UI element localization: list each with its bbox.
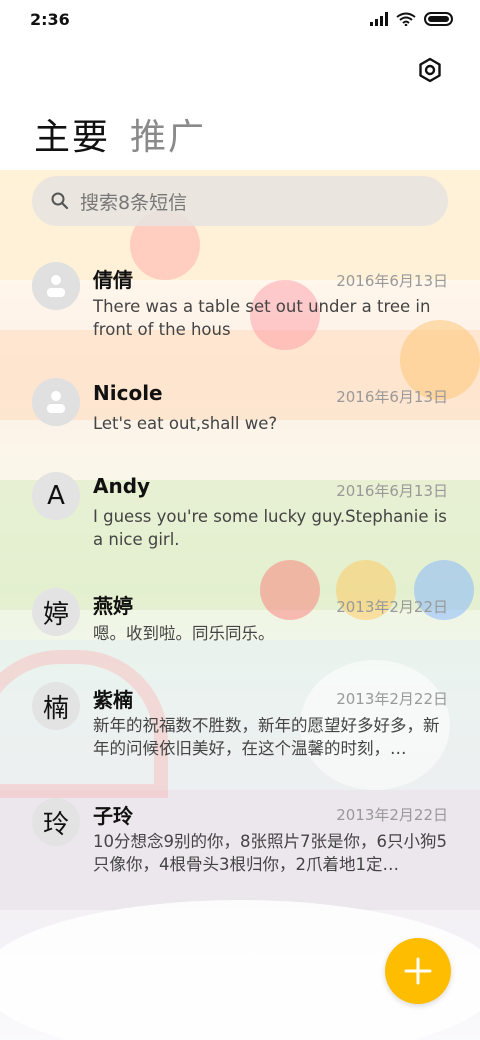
tab-bar: 主要 推广 bbox=[34, 108, 206, 160]
avatar bbox=[32, 262, 80, 310]
message-date: 2016年6月13日 bbox=[336, 272, 448, 290]
message-preview: 10分想念9别的你，8张照片7张是你，6只小狗5只像你，4根骨头3根归你，2爪着… bbox=[93, 832, 447, 874]
message-preview: There was a table set out under a tree i… bbox=[93, 297, 431, 339]
message-date: 2016年6月13日 bbox=[336, 482, 448, 500]
contact-name: 紫楠 bbox=[93, 688, 133, 712]
conversation-item[interactable]: 婷 燕婷 2013年2月22日 嗯。收到啦。同乐同乐。 bbox=[0, 578, 480, 648]
signal-icon bbox=[370, 12, 388, 26]
wifi-icon bbox=[396, 12, 416, 26]
person-icon bbox=[32, 378, 80, 426]
avatar bbox=[32, 378, 80, 426]
message-date: 2013年2月22日 bbox=[336, 690, 448, 708]
search-placeholder: 搜索8条短信 bbox=[80, 191, 188, 214]
message-date: 2016年6月13日 bbox=[336, 388, 448, 406]
contact-name: Andy bbox=[93, 474, 151, 498]
avatar: 玲 bbox=[32, 798, 80, 846]
search-bar[interactable]: 搜索8条短信 bbox=[32, 176, 448, 226]
message-preview: Let's eat out,shall we? bbox=[93, 414, 278, 433]
conversation-item[interactable]: 玲 子玲 2013年2月22日 10分想念9别的你，8张照片7张是你，6只小狗5… bbox=[0, 788, 480, 888]
status-icons bbox=[370, 12, 454, 26]
settings-button[interactable] bbox=[414, 54, 446, 86]
settings-icon bbox=[419, 57, 441, 83]
contact-name: 倩倩 bbox=[93, 268, 133, 292]
contact-name: 子玲 bbox=[93, 804, 133, 828]
compose-button[interactable] bbox=[385, 938, 451, 1004]
conversation-item[interactable]: A Andy 2016年6月13日 I guess you're some lu… bbox=[0, 462, 480, 562]
message-preview: I guess you're some lucky guy.Stephanie … bbox=[93, 507, 447, 549]
status-bar: 2:36 bbox=[0, 0, 480, 40]
message-date: 2013年2月22日 bbox=[336, 806, 448, 824]
conversation-item[interactable]: 倩倩 2016年6月13日 There was a table set out … bbox=[0, 250, 480, 350]
plus-icon bbox=[404, 957, 432, 985]
battery-icon bbox=[424, 12, 453, 26]
tab-promotions[interactable]: 推广 bbox=[130, 108, 206, 160]
search-icon bbox=[51, 192, 69, 210]
avatar: 楠 bbox=[32, 682, 80, 730]
message-preview: 新年的祝福数不胜数，新年的愿望好多好多，新年的问候依旧美好，在这个温馨的时刻，… bbox=[93, 716, 440, 758]
message-date: 2013年2月22日 bbox=[336, 598, 448, 616]
contact-name: 燕婷 bbox=[93, 594, 133, 618]
message-preview: 嗯。收到啦。同乐同乐。 bbox=[93, 624, 275, 643]
avatar: 婷 bbox=[32, 588, 80, 636]
contact-name: Nicole bbox=[93, 381, 163, 405]
person-icon bbox=[32, 262, 80, 310]
avatar: A bbox=[32, 472, 80, 520]
tab-primary[interactable]: 主要 bbox=[34, 108, 110, 160]
conversation-item[interactable]: Nicole 2016年6月13日 Let's eat out,shall we… bbox=[0, 368, 480, 448]
conversation-item[interactable]: 楠 紫楠 2013年2月22日 新年的祝福数不胜数，新年的愿望好多好多，新年的问… bbox=[0, 672, 480, 772]
status-time: 2:36 bbox=[30, 10, 70, 29]
